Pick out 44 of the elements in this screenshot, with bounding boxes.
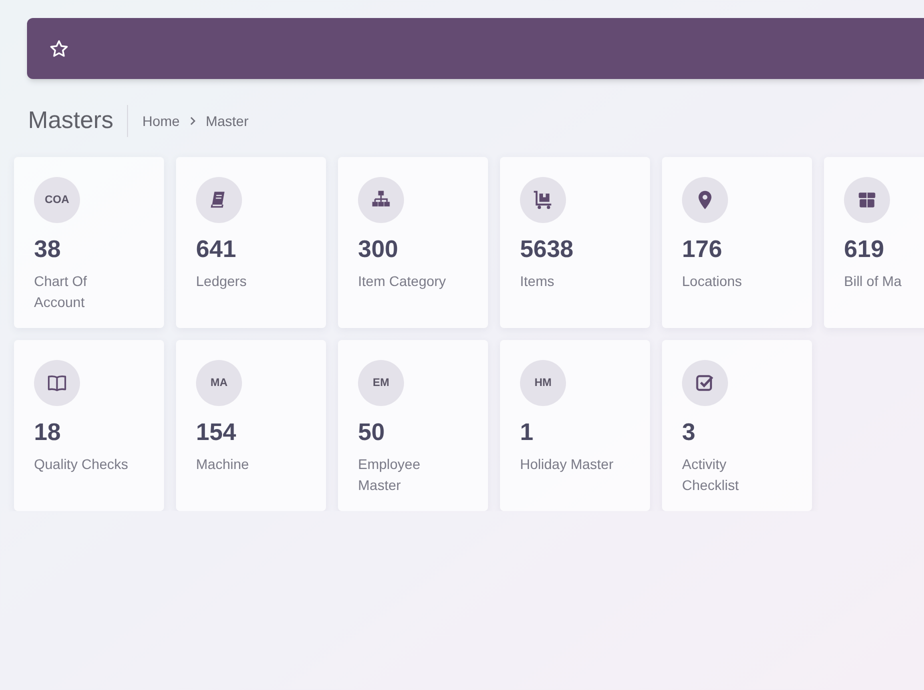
- count: 641: [196, 235, 236, 265]
- card-label: Employee Master: [358, 455, 422, 495]
- card-label: Holiday Master: [520, 455, 614, 474]
- count: 3: [682, 418, 696, 448]
- card-label: Activity Checklist: [682, 455, 740, 495]
- checkbox-icon: [694, 372, 716, 394]
- card-label: Machine: [196, 455, 250, 474]
- count: 38: [34, 235, 61, 265]
- initials-badge: MA: [196, 360, 242, 406]
- master-card[interactable]: EM 50 Employee Master: [338, 340, 488, 511]
- master-card[interactable]: 5638 Items: [500, 157, 650, 328]
- master-card[interactable]: 300 Item Category: [338, 157, 488, 328]
- card-label: Item Category: [358, 272, 447, 291]
- card-label: Ledgers: [196, 272, 248, 291]
- breadcrumb-link[interactable]: Home: [142, 110, 180, 132]
- page-title: Masters: [28, 105, 128, 137]
- master-card[interactable]: COA 38 Chart Of Account: [14, 157, 164, 328]
- chevron-icon: [188, 116, 198, 126]
- cart-icon: [532, 189, 554, 211]
- count: 176: [682, 235, 722, 265]
- star-icon[interactable]: [49, 38, 69, 58]
- master-card[interactable]: 18 Quality Checks: [14, 340, 164, 511]
- count: 1: [520, 418, 534, 448]
- count: 50: [358, 418, 385, 448]
- count: 18: [34, 418, 61, 448]
- count: 300: [358, 235, 398, 265]
- count: 154: [196, 418, 236, 448]
- card-label: Items: [520, 272, 556, 291]
- card-label: Quality Checks: [34, 455, 130, 474]
- card-label: Locations: [682, 272, 743, 291]
- breadcrumb-current: Master: [206, 112, 249, 130]
- master-card[interactable]: 3 Activity Checklist: [662, 340, 812, 511]
- initials-badge: COA: [34, 177, 80, 223]
- card-label: Bill of Ma: [844, 272, 903, 291]
- initials-badge: HM: [520, 360, 566, 406]
- master-card[interactable]: 619 Bill of Ma: [824, 157, 924, 328]
- master-card[interactable]: 176 Locations: [662, 157, 812, 328]
- master-card[interactable]: HM 1 Holiday Master: [500, 340, 650, 511]
- master-card[interactable]: 641 Ledgers: [176, 157, 326, 328]
- card-label: Chart Of Account: [34, 272, 88, 312]
- count: 5638: [520, 235, 574, 265]
- initials-badge: EM: [358, 360, 404, 406]
- master-card[interactable]: MA 154 Machine: [176, 340, 326, 511]
- count: 619: [844, 235, 884, 265]
